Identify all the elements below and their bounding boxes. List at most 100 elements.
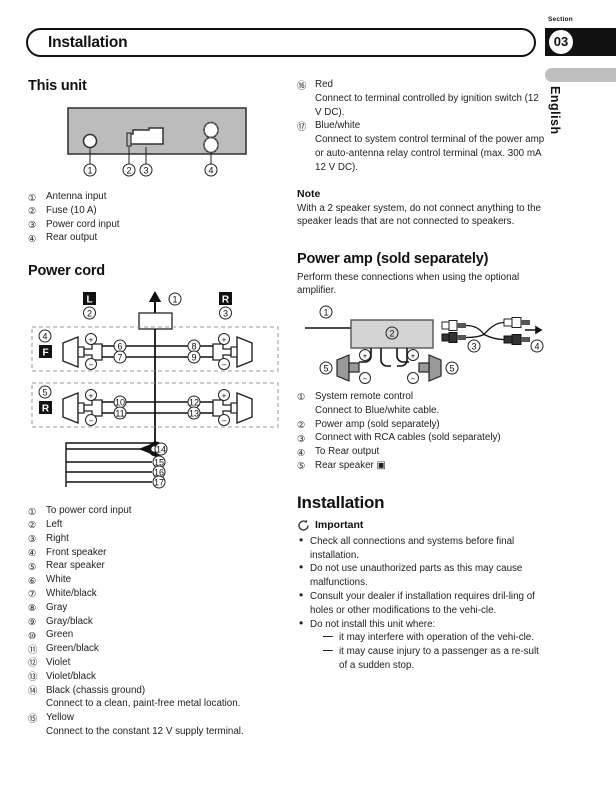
language-tab <box>545 68 616 82</box>
installation-bullet-list: • Check all connections and systems befor… <box>297 533 545 673</box>
item-text: System remote control <box>315 390 414 402</box>
right-column: ⑯ Red Connect to terminal controlled by ig… <box>297 78 545 673</box>
cord-callout-6: 6 <box>117 342 122 352</box>
unit-callout-2: 2 <box>126 166 131 176</box>
item-text: Antenna input <box>46 191 107 202</box>
list-item: ⑪ Green/black <box>28 642 286 656</box>
list-item: ⑩ Green <box>28 628 286 642</box>
list-item: ⑰ Blue/white Connect to system control ter… <box>297 119 545 174</box>
badge-front: F <box>42 348 48 359</box>
left-column: This unit 1 2 3 4 ① Antenna input ② Fuse… <box>28 78 286 739</box>
list-item: • Do not install this unit where: — it may… <box>297 616 545 673</box>
svg-text:−: − <box>89 417 94 426</box>
item-text: Do not use unauthorized parts as this ma… <box>310 563 523 589</box>
amp-callout-5-left: 5 <box>323 363 328 373</box>
badge-right: R <box>222 295 230 306</box>
item-text: Rear speaker <box>46 560 105 572</box>
list-item: — it may cause injury to a passenger as a… <box>323 645 545 673</box>
list-item: ① System remote control Connect to Blue/wh… <box>297 390 545 418</box>
item-text: Violet/black <box>46 670 96 682</box>
circular-arrow-icon <box>298 519 309 531</box>
item-text: To Rear output <box>315 446 380 458</box>
this-unit-legend-list: ① Antenna input ② Fuse (10 A) ③ Power cord … <box>28 190 286 245</box>
list-item: • Consult your dealer if installation req… <box>297 588 545 618</box>
continued-legend-list: ⑯ Red Connect to terminal controlled by ig… <box>297 78 545 175</box>
item-text: To power cord input <box>46 505 132 517</box>
list-item: ③ Right <box>28 532 286 546</box>
cord-callout-12: 12 <box>189 398 199 408</box>
item-text: Black (chassis ground) <box>46 684 146 696</box>
item-text: it may interfere with operation of the v… <box>339 632 534 644</box>
dash-marker: — <box>323 631 333 643</box>
list-item: — it may interfere with operation of the … <box>323 631 545 645</box>
item-number: ⑩ <box>28 629 37 641</box>
important-callout: Important <box>297 519 545 532</box>
list-item: ② Left <box>28 518 286 532</box>
list-item: ① Antenna input <box>28 190 286 204</box>
installation-sub-list: — it may interfere with operation of the … <box>310 631 545 672</box>
list-item: ⑯ Red Connect to terminal controlled by ig… <box>297 78 545 119</box>
installation-heading: Installation <box>297 492 385 512</box>
item-text: Power amp (sold separately) <box>315 418 440 430</box>
item-text: Fuse (10 A) <box>46 204 97 216</box>
svg-text:−: − <box>222 417 227 426</box>
item-number: ⑧ <box>28 602 37 614</box>
item-text: Blue/white <box>315 120 361 132</box>
item-number: ⑤ <box>28 560 37 572</box>
list-item: ⑧ Gray <box>28 601 286 615</box>
list-item: ③ Power cord input <box>28 218 286 232</box>
item-text: it may cause injury to a passenger as a … <box>339 646 539 671</box>
item-text: Right <box>46 532 69 544</box>
item-number: ② <box>28 205 37 217</box>
item-text: Power cord input <box>46 218 120 230</box>
cord-callout-17: 17 <box>154 478 164 488</box>
item-number: ① <box>28 191 37 203</box>
item-text: White/black <box>46 587 97 599</box>
power-amp-heading: Power amp (sold separately) <box>297 250 489 267</box>
item-subtext: Connect to terminal controlled by igniti… <box>315 92 539 118</box>
list-item: ⑬ Violet/black <box>28 670 286 684</box>
unit-callout-3: 3 <box>143 166 148 176</box>
cord-callout-1: 1 <box>172 295 177 305</box>
item-text: Yellow <box>46 712 74 724</box>
item-text: Red <box>315 79 333 90</box>
important-label: Important <box>315 519 364 532</box>
item-number: ⑤ <box>297 460 306 472</box>
item-text: Rear output <box>46 232 98 244</box>
svg-text:−: − <box>363 374 368 383</box>
item-number: ② <box>28 519 37 531</box>
item-number: ② <box>297 419 306 431</box>
page-header-bar: Installation <box>26 28 536 57</box>
item-text: Green <box>46 629 74 641</box>
item-number: ⑮ <box>28 712 38 724</box>
power-amp-intro: Perform these connections when using the… <box>297 271 520 297</box>
list-item: • Do not use unauthorized parts as this m… <box>297 561 545 590</box>
list-item: ⑤ Rear speaker ▣ <box>297 459 545 473</box>
list-item: ⑦ White/black <box>28 587 286 601</box>
item-number: ③ <box>28 219 37 231</box>
badge-left: L <box>86 295 92 306</box>
item-number: ⑭ <box>28 685 38 697</box>
list-item: ⑮ Yellow Connect to the constant 12 V supp… <box>28 711 286 739</box>
item-subtext: Connect to Blue/white cable. <box>315 404 440 416</box>
item-number: ① <box>28 505 37 517</box>
item-text: Green/black <box>46 643 99 655</box>
cord-callout-2: 2 <box>87 309 92 319</box>
this-unit-heading: This unit <box>28 78 87 94</box>
power-cord-legend-list: ① To power cord input ② Left ③ Right ④ Front… <box>28 504 286 739</box>
item-number: ⑪ <box>28 643 38 655</box>
list-item: ③ Connect with RCA cables (sold separatel… <box>297 431 545 445</box>
list-item: • Check all connections and systems befor… <box>297 533 545 563</box>
cord-callout-5: 5 <box>42 388 47 398</box>
item-text: Do not install this unit where: <box>310 618 436 630</box>
item-number: ⑬ <box>28 671 38 683</box>
this-unit-diagram: 1 2 3 4 <box>28 106 286 184</box>
unit-callout-4: 4 <box>208 166 213 176</box>
svg-text:+: + <box>222 392 227 401</box>
svg-text:+: + <box>222 336 227 345</box>
item-number: ③ <box>28 533 37 545</box>
cord-callout-9: 9 <box>191 353 196 363</box>
svg-text:−: − <box>411 374 416 383</box>
amp-callout-2: 2 <box>389 328 394 338</box>
list-item: ④ Front speaker <box>28 546 286 560</box>
